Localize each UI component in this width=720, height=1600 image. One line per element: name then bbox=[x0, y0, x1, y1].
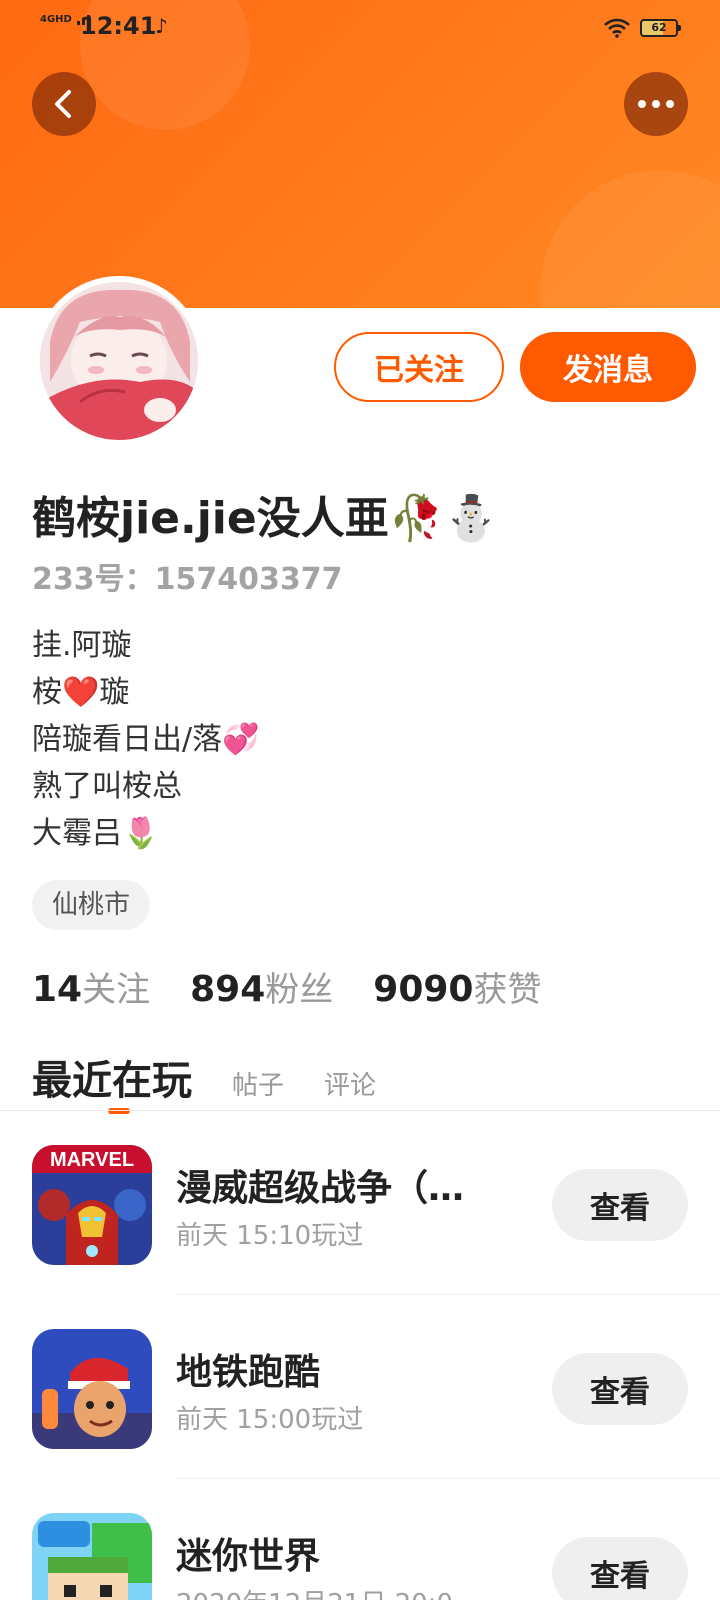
stat-following[interactable]: 14关注 bbox=[32, 962, 150, 1011]
stat-label: 关注 bbox=[82, 970, 151, 1010]
stat-number: 9090 bbox=[373, 969, 474, 1010]
stat-fans[interactable]: 894粉丝 bbox=[190, 962, 333, 1011]
network-type: 4GHD bbox=[40, 14, 72, 25]
profile-tabs: 最近在玩 帖子 评论 bbox=[32, 1048, 376, 1114]
game-list-item[interactable]: 地铁跑酷 前天 15:00玩过 查看 bbox=[0, 1295, 720, 1479]
svg-text:MARVEL: MARVEL bbox=[50, 1149, 134, 1171]
game-title: 漫威超级战争（… bbox=[176, 1168, 465, 1209]
view-button[interactable]: 查看 bbox=[552, 1537, 688, 1600]
game-last-played: 2020年12月21日 20:0 bbox=[176, 1583, 453, 1600]
tab-comments[interactable]: 评论 bbox=[324, 1065, 376, 1102]
game-last-played: 前天 15:00玩过 bbox=[176, 1405, 364, 1435]
send-message-button[interactable]: 发消息 bbox=[520, 332, 696, 402]
avatar[interactable] bbox=[34, 276, 204, 446]
profile-name: 鹤桉jie.jie没人亜🥀⛄ bbox=[32, 493, 499, 544]
more-options-button[interactable] bbox=[624, 72, 688, 136]
more-icon bbox=[638, 100, 674, 108]
game-last-played: 前天 15:10玩过 bbox=[176, 1221, 364, 1251]
tab-recently-played[interactable]: 最近在玩 bbox=[32, 1048, 192, 1114]
stat-label: 粉丝 bbox=[265, 970, 334, 1010]
stat-label: 获赞 bbox=[473, 970, 542, 1010]
bio-line: 大霉吕🌷 bbox=[32, 816, 160, 851]
tab-posts[interactable]: 帖子 bbox=[232, 1065, 284, 1102]
profile-banner: 4GHD 12:41 ♪ 62 bbox=[0, 0, 720, 308]
following-button[interactable]: 已关注 bbox=[334, 332, 504, 402]
avatar-illustration bbox=[40, 282, 198, 440]
tab-label: 最近在玩 bbox=[32, 1058, 192, 1104]
subway-surfers-icon bbox=[32, 1329, 152, 1449]
bio-line: 桉❤️璇 bbox=[32, 675, 130, 710]
tiktok-notification-icon: ♪ bbox=[155, 14, 168, 38]
view-button[interactable]: 查看 bbox=[552, 1169, 688, 1241]
bio-line: 挂.阿璇 bbox=[32, 628, 132, 663]
chevron-left-icon bbox=[55, 90, 71, 118]
banner-decor bbox=[540, 170, 720, 308]
game-title: 地铁跑酷 bbox=[176, 1352, 321, 1393]
profile-stats: 14关注 894粉丝 9090获赞 bbox=[32, 962, 541, 1011]
stat-number: 894 bbox=[190, 969, 266, 1010]
wifi-icon bbox=[604, 18, 630, 38]
view-button[interactable]: 查看 bbox=[552, 1353, 688, 1425]
marvel-game-icon: MARVEL bbox=[32, 1145, 152, 1265]
status-bar: 4GHD 12:41 ♪ 62 bbox=[0, 0, 720, 56]
clock: 12:41 bbox=[80, 12, 157, 40]
back-button[interactable] bbox=[32, 72, 96, 136]
game-list-item[interactable]: 迷你世界 2020年12月21日 20:0 查看 bbox=[0, 1479, 720, 1600]
battery-icon: 62 bbox=[640, 19, 681, 37]
stat-number: 14 bbox=[32, 969, 83, 1010]
profile-uid: 233号：157403377 bbox=[32, 562, 343, 597]
location-tag[interactable]: 仙桃市 bbox=[32, 880, 151, 930]
game-list-item[interactable]: MARVEL 漫威超级战争（… 前天 15:10玩过 查看 bbox=[0, 1111, 720, 1295]
game-title: 迷你世界 bbox=[176, 1536, 321, 1577]
profile-bio: 挂.阿璇 桉❤️璇 陪璇看日出/落💞 熟了叫桉总 大霉吕🌷 bbox=[32, 622, 259, 857]
bio-line: 陪璇看日出/落💞 bbox=[32, 722, 260, 757]
bio-line: 熟了叫桉总 bbox=[32, 769, 182, 804]
mini-world-icon bbox=[32, 1513, 152, 1600]
stat-likes[interactable]: 9090获赞 bbox=[373, 962, 541, 1011]
